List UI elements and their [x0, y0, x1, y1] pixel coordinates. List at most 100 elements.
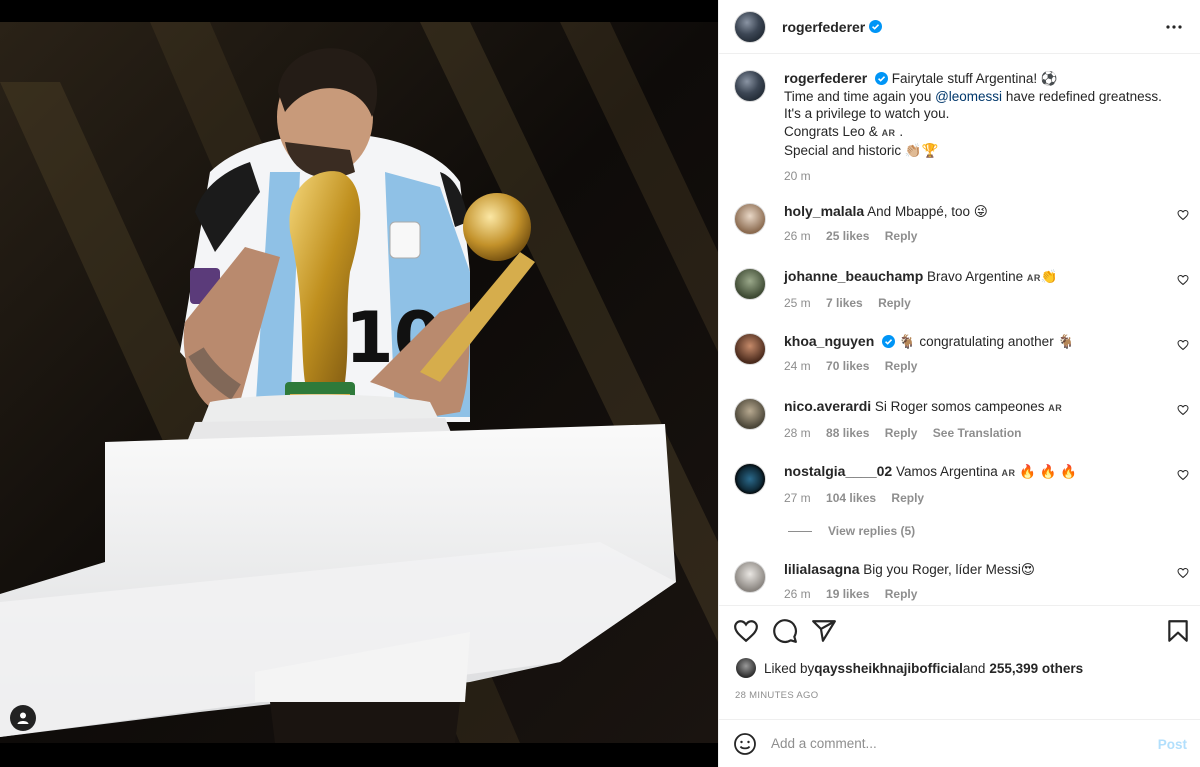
- comment-text: And Mbappé, too 😜: [867, 204, 988, 219]
- comment-username[interactable]: nico.averardi: [784, 398, 871, 414]
- image-letterbox-bottom: [0, 743, 718, 767]
- likes-summary: Liked by qayssheikhnajibofficial and 255…: [736, 658, 1083, 678]
- caption-line-3: It's a privilege to watch you.: [784, 106, 950, 121]
- image-letterbox-top: [0, 0, 718, 22]
- comment-time[interactable]: 26 m: [784, 229, 811, 243]
- comment-time[interactable]: 27 m: [784, 491, 811, 505]
- comment-text: Bravo Argentine: [927, 269, 1027, 284]
- author-username[interactable]: rogerfederer: [782, 19, 865, 35]
- commenter-avatar[interactable]: [734, 333, 766, 365]
- argentina-flag-icon: AR: [1001, 468, 1016, 478]
- comment-username[interactable]: johanne_beauchamp: [784, 268, 923, 284]
- commenter-avatar[interactable]: [734, 203, 766, 235]
- reply-button[interactable]: Reply: [885, 359, 918, 373]
- comment-item: lilialasagna Big you Roger, líder Messi😍…: [734, 561, 1189, 603]
- comment-icon[interactable]: [772, 618, 798, 644]
- comment-heart-icon[interactable]: [1177, 404, 1189, 416]
- comment-composer: Post: [719, 719, 1200, 767]
- comment-emoji: 🔥 🔥 🔥: [1015, 464, 1078, 479]
- emoji-icon[interactable]: [733, 732, 757, 756]
- comment-likes[interactable]: 7 likes: [826, 296, 863, 310]
- verified-badge-icon: [882, 335, 896, 348]
- caption-line-5: Special and historic 👏🏼🏆: [784, 143, 939, 158]
- comment-text: 🐐 congratulating another 🐐: [898, 334, 1075, 349]
- comment-emoji: 👏: [1040, 269, 1058, 284]
- comment-time[interactable]: 26 m: [784, 587, 811, 601]
- comment-heart-icon[interactable]: [1177, 209, 1189, 221]
- reply-button[interactable]: Reply: [878, 296, 911, 310]
- more-options-icon[interactable]: [1161, 14, 1187, 40]
- reply-button[interactable]: Reply: [885, 229, 918, 243]
- caption-time[interactable]: 20 m: [784, 168, 1184, 186]
- action-bar: [719, 605, 1200, 655]
- commenter-avatar[interactable]: [734, 463, 766, 495]
- caption-username[interactable]: rogerfederer: [784, 70, 867, 86]
- comment-likes[interactable]: 104 likes: [826, 491, 876, 505]
- verified-badge-icon: [869, 20, 883, 33]
- comment-text: Big you Roger, líder Messi😍: [863, 562, 1035, 577]
- comment-likes[interactable]: 88 likes: [826, 426, 869, 440]
- argentina-flag-icon: AR: [1026, 273, 1041, 283]
- post-photo: 10: [0, 22, 718, 743]
- comment-text: Si Roger somos campeones: [874, 399, 1049, 414]
- commenter-avatar[interactable]: [734, 561, 766, 593]
- mention-link[interactable]: @leomessi: [935, 89, 1002, 104]
- replies-divider: [788, 530, 812, 532]
- author-avatar[interactable]: [734, 70, 766, 102]
- comment-item: nostalgia____02 Vamos Argentina AR 🔥 🔥 🔥…: [734, 463, 1189, 507]
- post-modal: 10 rogerfederer rogerfederer Fairytale s…: [0, 0, 1200, 767]
- reply-button[interactable]: Reply: [885, 587, 918, 601]
- comment-heart-icon[interactable]: [1177, 274, 1189, 286]
- comment-time[interactable]: 24 m: [784, 359, 811, 373]
- heart-icon[interactable]: [733, 618, 759, 644]
- comment-heart-icon[interactable]: [1177, 567, 1189, 579]
- author-avatar[interactable]: [734, 10, 766, 43]
- post-button[interactable]: Post: [1158, 737, 1187, 752]
- liker-avatar[interactable]: [736, 658, 756, 678]
- comment-heart-icon[interactable]: [1177, 339, 1189, 351]
- reply-button[interactable]: Reply: [885, 426, 918, 440]
- comment-username[interactable]: holy_malala: [784, 203, 864, 219]
- comment-likes[interactable]: 70 likes: [826, 359, 869, 373]
- caption-line-4b: .: [895, 123, 904, 139]
- likes-middle: and: [962, 660, 986, 676]
- argentina-flag-icon: AR: [881, 127, 896, 138]
- caption-line-2b: have redefined greatness.: [1002, 88, 1162, 104]
- comment-item: khoa_nguyen 🐐 congratulating another 🐐 2…: [734, 333, 1189, 375]
- liker-username[interactable]: qayssheikhnajibofficial: [814, 661, 963, 676]
- verified-badge-icon: [875, 72, 889, 85]
- bookmark-icon[interactable]: [1165, 618, 1191, 644]
- view-replies-label: View replies (5): [828, 524, 916, 538]
- post-image[interactable]: 10: [0, 0, 718, 767]
- commenter-avatar[interactable]: [734, 268, 766, 300]
- caption-line-1: Fairytale stuff Argentina! ⚽: [891, 71, 1058, 86]
- likes-count[interactable]: 255,399 others: [989, 661, 1083, 676]
- comment-username[interactable]: lilialasagna: [784, 561, 859, 577]
- comment-item: holy_malala And Mbappé, too 😜 26 m 25 li…: [734, 203, 1189, 245]
- comment-time[interactable]: 25 m: [784, 296, 811, 310]
- comment-input[interactable]: [771, 736, 1131, 751]
- comment-likes[interactable]: 19 likes: [826, 587, 869, 601]
- comment-username[interactable]: khoa_nguyen: [784, 333, 874, 349]
- share-icon[interactable]: [811, 618, 837, 644]
- post-header: rogerfederer: [719, 0, 1200, 54]
- comment-username[interactable]: nostalgia____02: [784, 463, 892, 479]
- commenter-avatar[interactable]: [734, 398, 766, 430]
- comment-item: nico.averardi Si Roger somos campeones A…: [734, 398, 1189, 442]
- caption-line-2: Time and time again you: [784, 88, 936, 104]
- comment-time[interactable]: 28 m: [784, 426, 811, 440]
- reply-button[interactable]: Reply: [891, 491, 924, 505]
- view-replies-button[interactable]: View replies (5): [788, 524, 915, 538]
- argentina-flag-icon: AR: [1048, 403, 1063, 413]
- post-caption: rogerfederer Fairytale stuff Argentina! …: [734, 70, 1184, 185]
- likes-prefix: Liked by: [764, 660, 815, 676]
- comment-text: Vamos Argentina: [895, 464, 1002, 479]
- comments-list[interactable]: rogerfederer Fairytale stuff Argentina! …: [719, 55, 1200, 605]
- post-timestamp[interactable]: 28 MINUTES AGO: [735, 690, 818, 701]
- caption-line-4: Congrats Leo &: [784, 123, 882, 139]
- see-translation-button[interactable]: See Translation: [933, 426, 1022, 440]
- user-tag-icon[interactable]: [10, 705, 36, 731]
- comment-heart-icon[interactable]: [1177, 469, 1189, 481]
- comment-likes[interactable]: 25 likes: [826, 229, 869, 243]
- post-panel: rogerfederer rogerfederer Fairytale stuf…: [718, 0, 1200, 767]
